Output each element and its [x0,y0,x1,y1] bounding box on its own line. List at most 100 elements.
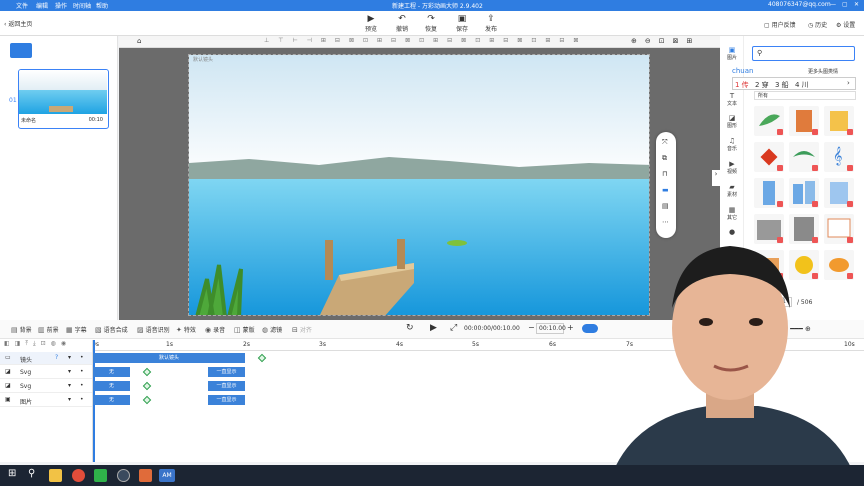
collapse-panel-icon[interactable]: › [712,170,720,186]
increase-icon[interactable]: + [567,323,574,332]
exit-animation-block[interactable]: 一直显示 [208,395,245,405]
chrome-icon[interactable] [72,469,85,482]
foreground-button[interactable]: ▥ 前景 [38,325,59,334]
preview-button[interactable]: ▶ 预览 [358,14,384,33]
resource-building-1[interactable] [754,178,784,208]
track-header-tools[interactable]: ◧◨⤒⤓⊡◍◉ [0,340,92,351]
enter-animation-block[interactable]: 无 [93,381,130,391]
home-icon[interactable]: ⌂ [137,37,141,45]
resource-building-3[interactable] [824,178,854,208]
publish-button[interactable]: ⇪ 发布 [478,14,504,33]
account-label[interactable]: 408076347@qq.com [768,1,831,8]
doc-icon[interactable]: ▤ [662,202,669,210]
filter-select[interactable]: 所有 [754,91,856,100]
fit-icon[interactable]: ⤧ [662,138,668,147]
next-page-icon[interactable]: › [847,79,850,87]
track-row-image[interactable]: ▣ 图片 ▾ • [0,394,92,407]
undo-button[interactable]: ↶ 撤销 [389,14,415,33]
ime-candidates[interactable]: 1 传 2 穿 3 船 4 川 › [732,77,856,90]
record-button[interactable]: ◉ 录音 [205,325,225,334]
dot-icon[interactable]: • [80,396,84,403]
track-row-svg-1[interactable]: ◪ Svg ▾ • [0,366,92,379]
chevron-down-icon[interactable]: ▾ [68,368,71,375]
decrease-icon[interactable]: − [528,323,535,332]
lock-icon[interactable]: ⊓ [662,170,667,178]
menu-timeline[interactable]: 时间轴 [73,1,91,10]
resource-leaf[interactable] [754,106,784,136]
history-button[interactable]: ◷ 历史 [808,20,827,29]
menu-help[interactable]: 帮助 [96,1,108,10]
chevron-down-icon[interactable]: ▾ [68,382,71,389]
animiz-app-icon[interactable]: AM [159,469,175,482]
category-image[interactable]: ▣ 图片 [720,46,744,61]
back-home-button[interactable]: ‹ 返回主页 [4,19,32,28]
reset-icon[interactable]: ↻ [406,323,414,333]
ime-candidate-2[interactable]: 2 穿 [755,80,769,90]
subtitle-button[interactable]: ▦ 字幕 [66,325,87,334]
duration-input[interactable]: 00:10.00 [536,323,566,334]
scene-thumbnail[interactable]: 未命名 00:10 [18,69,109,129]
expand-icon[interactable]: ⤢ [450,323,457,333]
category-music[interactable]: ♫ 音乐 [720,137,744,152]
category-text[interactable]: T 文本 [720,92,744,107]
more-icon[interactable]: ⋯ [662,218,669,226]
scene-stage[interactable]: 默认镜头 [188,54,650,316]
category-video[interactable]: ▶ 视频 [720,160,744,175]
mask-button[interactable]: ◫ 蒙版 [234,325,255,334]
enter-animation-block[interactable]: 无 [93,367,130,377]
search-icon[interactable]: ⚲ [28,468,35,479]
clock-app-icon[interactable] [117,469,130,482]
chevron-down-icon[interactable]: ▾ [68,396,71,403]
speech-recognition-button[interactable]: ▨ 语音识别 [137,325,170,334]
chevron-down-icon[interactable]: ▾ [68,354,71,361]
menu-file[interactable]: 文件 [16,1,28,10]
play-button[interactable]: ▶ [430,323,437,333]
screen-icon[interactable]: ▬ [662,186,669,194]
file-explorer-icon[interactable] [49,469,62,482]
menu-edit[interactable]: 编辑 [36,1,48,10]
layer-icon[interactable]: ⧉ [662,154,667,163]
windows-start-icon[interactable]: ⊞ [8,468,16,479]
menu-operate[interactable]: 操作 [55,1,67,10]
align-tools-icon[interactable]: ⊥⊤⊢⊣⊞⊟⊠⊡⊞⊟⊠⊡⊞⊟⊠⊡⊞⊟⊠⊡⊞⊟⊠ [264,37,587,44]
resource-note[interactable] [824,106,854,136]
ime-candidate-4[interactable]: 4 川 [795,80,809,90]
filter-button[interactable]: ◍ 滤镜 [262,325,282,334]
ime-candidate-1[interactable]: 1 传 [735,80,749,90]
app-icon[interactable] [139,469,152,482]
resource-book[interactable] [789,106,819,136]
minimize-icon[interactable]: — [830,1,836,8]
track-row-svg-2[interactable]: ◪ Svg ▾ • [0,380,92,393]
category-shape[interactable]: ◪ 图形 [720,114,744,129]
close-icon[interactable]: ✕ [854,1,859,8]
dot-icon[interactable]: • [80,368,84,375]
help-icon[interactable]: ? [55,354,58,361]
dot-icon[interactable]: • [80,382,84,389]
resource-building-2[interactable] [789,178,819,208]
settings-button[interactable]: ⚙ 设置 [836,20,855,29]
exit-animation-block[interactable]: 一直显示 [208,381,245,391]
dot-icon[interactable]: • [80,354,84,361]
zoom-tools-icon[interactable]: ⊕⊖⊡⊠⊞ [631,37,700,45]
enter-animation-block[interactable]: 无 [93,395,130,405]
toggle-switch[interactable] [582,324,598,333]
background-button[interactable]: ▤ 背景 [11,325,32,334]
wechat-icon[interactable] [94,469,107,482]
exit-animation-block[interactable]: 一直显示 [208,367,245,377]
feedback-button[interactable]: ▢ 用户反馈 [764,20,796,29]
category-material[interactable]: ▰ 素材 [720,183,744,198]
category-other[interactable]: ▦ 其它 [720,206,744,221]
resource-palm[interactable] [789,142,819,172]
align-button[interactable]: ⊟ 对齐 [292,325,312,334]
ime-candidate-3[interactable]: 3 船 [775,80,789,90]
maximize-icon[interactable]: ▢ [842,1,848,8]
redo-button[interactable]: ↷ 恢复 [418,14,444,33]
save-button[interactable]: ▣ 保存 [449,14,475,33]
add-scene-button[interactable] [10,43,32,58]
effects-button[interactable]: ✦ 特效 [176,325,196,334]
resource-search-input[interactable]: ⚲ [752,46,855,61]
tts-button[interactable]: ▧ 语音合成 [95,325,128,334]
camera-block[interactable]: 默认镜头 [93,353,245,363]
track-row-camera[interactable]: ▭ 镜头 ? ▾ • [0,352,92,365]
resource-diamond[interactable] [754,142,784,172]
